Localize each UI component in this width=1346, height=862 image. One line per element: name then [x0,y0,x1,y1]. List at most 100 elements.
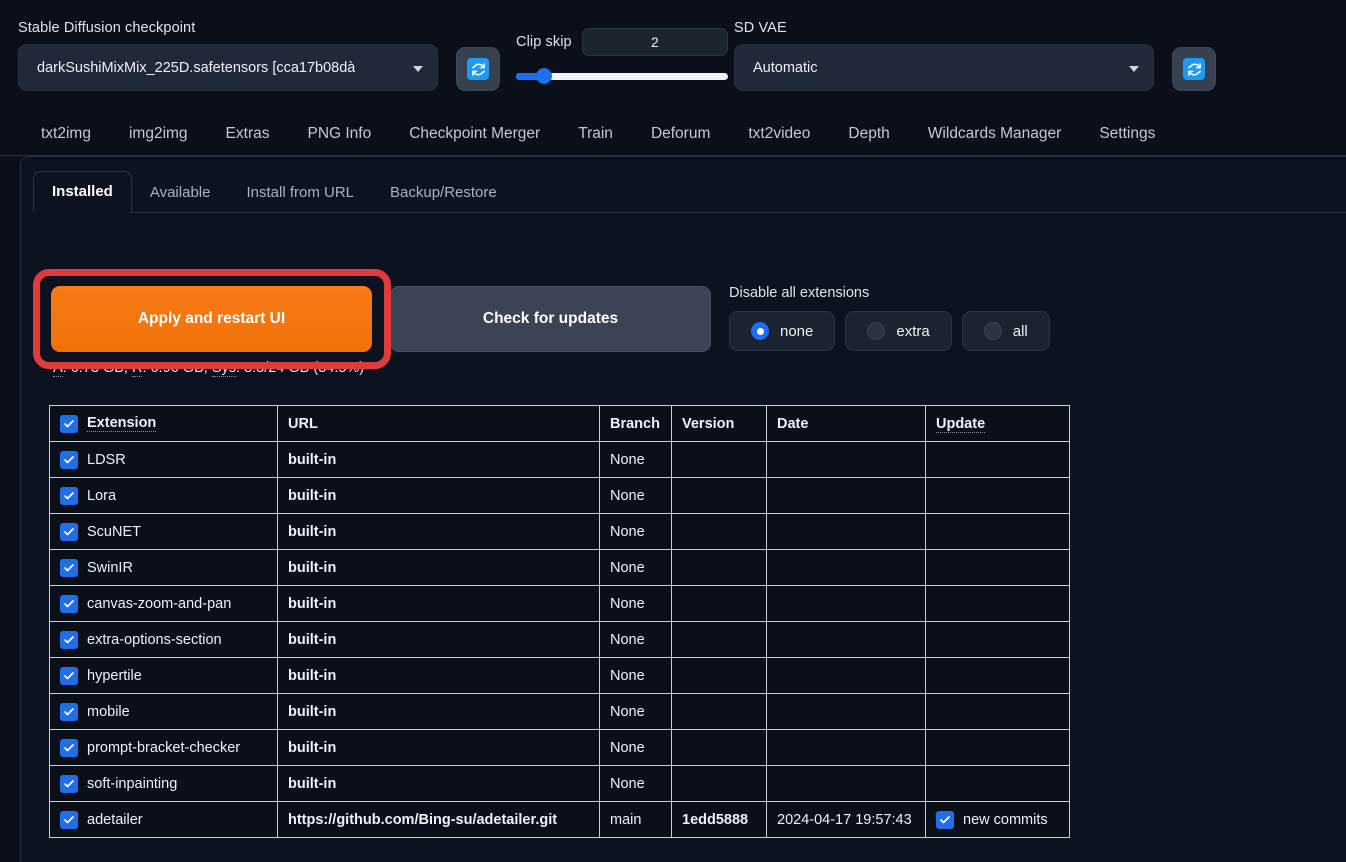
checkpoint-dropdown[interactable]: darkSushiMixMix_225D.safetensors [cca17b… [18,44,438,91]
subtab-available[interactable]: Available [132,173,229,213]
memory-r-abbr: R [132,360,143,377]
cell-date [766,621,926,658]
cell-url: built-in [277,765,600,802]
slider-thumb[interactable] [535,68,552,84]
radio-dot-icon [867,322,886,340]
radio-extra-label: extra [896,322,930,340]
radio-all[interactable]: all [961,311,1050,351]
refresh-vae-button[interactable] [1172,47,1216,91]
cell-extension: mobile [49,693,278,730]
tab-txt2img[interactable]: txt2img [22,112,110,156]
clip-skip-group: Clip skip 2 [516,28,728,84]
cell-date [766,765,926,802]
memory-r-value: : 6.96 GB, [142,360,212,376]
cell-version [671,729,767,766]
cell-url: built-in [277,513,600,550]
cell-extension: prompt-bracket-checker [49,729,278,766]
extension-enabled-checkbox[interactable] [60,630,78,649]
subtab-installed[interactable]: Installed [33,171,132,213]
cell-update: new commits [925,801,1070,838]
table-row: prompt-bracket-checker built-in None [49,729,1070,766]
vae-value: Automatic [753,59,818,76]
memory-a-value: : 6.73 GB, [62,360,132,376]
cell-url: built-in [277,549,600,586]
tab-txt2video[interactable]: txt2video [729,112,829,156]
memory-sys-value: : 8.3/24 GB (34.5%) [235,360,365,376]
cell-date [766,729,926,766]
cell-branch: None [599,657,672,694]
cell-extension: LDSR [49,441,278,478]
select-all-checkbox[interactable] [60,414,78,433]
table-row: soft-inpainting built-in None [49,765,1070,802]
check-for-updates-button[interactable]: Check for updates [390,286,711,352]
cell-branch: None [599,513,672,550]
cell-branch: None [599,729,672,766]
radio-none[interactable]: none [729,311,836,351]
extension-enabled-checkbox[interactable] [60,738,78,757]
table-row: LDSR built-in None [49,441,1070,478]
cell-date [766,585,926,622]
subtab-backup-restore[interactable]: Backup/Restore [372,173,515,213]
extension-enabled-checkbox[interactable] [60,666,78,685]
extension-name: Lora [87,487,117,504]
cell-update [925,441,1070,478]
tab-depth[interactable]: Depth [829,112,908,156]
extension-name: canvas-zoom-and-pan [87,595,232,612]
memory-sys-abbr: Sys [211,360,236,377]
cell-branch: None [599,477,672,514]
checkpoint-value: darkSushiMixMix_225D.safetensors [cca17b… [37,59,356,76]
cell-extension: SwinIR [49,549,278,586]
tab-extras[interactable]: Extras [207,112,289,156]
extension-enabled-checkbox[interactable] [60,594,78,613]
table-row: hypertile built-in None [49,657,1070,694]
clip-skip-slider[interactable] [516,68,728,84]
tab-train[interactable]: Train [559,112,632,156]
memory-usage-text: A: 6.73 GB, R: 6.96 GB, Sys: 8.3/24 GB (… [53,360,365,377]
tab-img2img[interactable]: img2img [110,112,207,156]
cell-version [671,765,767,802]
table-row: adetailer https://github.com/Bing-su/adet… [49,801,1070,838]
cell-branch: None [599,765,672,802]
cell-branch: None [599,621,672,658]
tab-settings[interactable]: Settings [1080,112,1155,156]
cell-branch: None [599,585,672,622]
cell-version: 1edd5888 [671,801,767,838]
header-date: Date [766,405,926,442]
tab-deforum[interactable]: Deforum [632,112,729,156]
radio-extra[interactable]: extra [845,311,952,351]
cell-url: built-in [277,693,600,730]
tab-checkpoint-merger[interactable]: Checkpoint Merger [390,112,559,156]
cell-branch: None [599,441,672,478]
extension-enabled-checkbox[interactable] [60,702,78,721]
vae-dropdown[interactable]: Automatic [734,44,1154,91]
subtab-install-from-url[interactable]: Install from URL [228,173,372,213]
cell-date [766,513,926,550]
apply-and-restart-ui-button[interactable]: Apply and restart UI [51,286,372,352]
main-tab-bar: txt2img img2img Extras PNG Info Checkpoi… [0,112,1346,156]
clip-skip-value[interactable]: 2 [581,28,728,56]
radio-dot-icon [751,322,769,340]
subtab-divider [33,212,1346,213]
vae-group: SD VAE Automatic [734,20,1154,91]
cell-update [925,657,1070,694]
update-status-label: new commits [963,811,1048,828]
tab-png-info[interactable]: PNG Info [288,112,390,156]
tab-wildcards-manager[interactable]: Wildcards Manager [909,112,1081,156]
extension-enabled-checkbox[interactable] [60,810,78,829]
checkpoint-label: Stable Diffusion checkpoint [18,20,196,36]
cell-extension: ScuNET [49,513,278,550]
extension-name: SwinIR [87,559,133,576]
extension-enabled-checkbox[interactable] [60,558,78,577]
cell-extension: canvas-zoom-and-pan [49,585,278,622]
extension-enabled-checkbox[interactable] [60,486,78,505]
memory-a-abbr: A [53,360,63,377]
refresh-checkpoint-button[interactable] [456,47,500,91]
extension-enabled-checkbox[interactable] [60,522,78,541]
new-commits-checkbox[interactable] [936,810,954,829]
cell-extension: Lora [49,477,278,514]
radio-dot-icon [983,322,1002,340]
extension-enabled-checkbox[interactable] [60,450,78,469]
extensions-panel: Installed Available Install from URL Bac… [20,156,1346,862]
extension-enabled-checkbox[interactable] [60,774,78,793]
cell-extension: adetailer [49,801,278,838]
